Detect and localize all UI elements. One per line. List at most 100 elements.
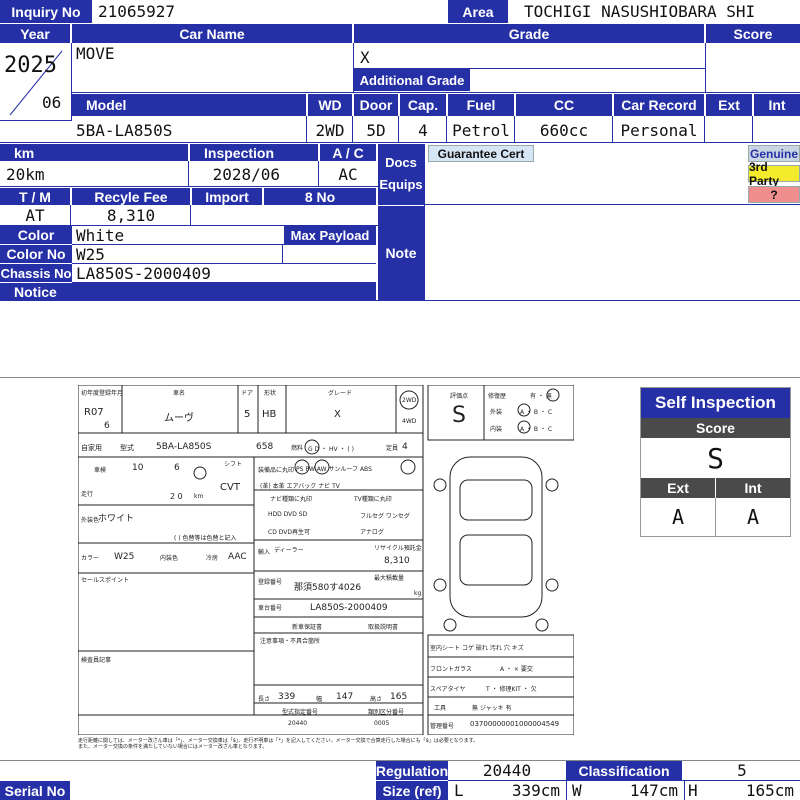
sheet-load-label: 最大積載量 [374,575,405,582]
sheet-tv-opts2: アナログ [360,529,384,536]
size-l-label: L [454,781,464,800]
size-l-value: 339cm [511,781,560,800]
sheet-ext-label: 外装 [490,409,503,416]
sheet-chassis-label: 車台番号 [258,605,283,612]
sheet-reg-no: 那須580す4026 [294,583,362,593]
wd-label: WD [308,94,352,116]
self-inspection-title: Self Inspection [641,388,790,418]
cc-label: CC [516,94,612,116]
import-label: Import [192,188,262,205]
car-record-label: Car Record [614,94,704,116]
sheet-color-note: ( ) 色替等は色替と記入 [174,535,237,542]
sheet-int-color-label: 内装色 [160,555,179,562]
recycle-fee-value: 8,310 [106,205,156,225]
score-label: Score [706,24,800,43]
sheet-width-label: 幅 [316,696,323,703]
sheet-first-reg-month: 6 [104,421,110,431]
sheet-km-label: 走行 [81,491,94,498]
sheet-equip-label: 装備品に丸印 [258,467,295,474]
serial-no-label: Serial No [0,781,70,800]
sheet-cc: 658 [256,442,274,452]
sheet-km-unit: km [194,493,204,500]
sheet-ac: AAC [228,552,247,562]
sheet-door: 5 [244,409,251,420]
km-label: km [0,144,188,161]
size-h-value: 165cm [745,781,794,800]
sheet-spare-label: スペアタイヤ [430,686,466,693]
sheet-dealer-label: ディーラー [274,547,304,554]
guarantee-cert-badge: Guarantee Cert [428,145,534,162]
self-inspection-ext-label: Ext [641,478,715,498]
sheet-repair-label: 修復歴 [488,393,507,400]
sheet-width: 147 [336,692,354,702]
door-value: 5D [366,120,386,140]
recycle-fee-label: Recyle Fee [72,188,190,205]
color-value: White [76,226,125,244]
grade-label: Grade [354,24,704,43]
inspection-value: 2028/06 [212,164,280,184]
inquiry-no-value: 21065927 [98,2,176,21]
sheet-tool-opts: 無 ジャッキ 有 [472,705,512,712]
color-label: Color [0,226,72,244]
sheet-fuel-label: 燃料 [291,445,304,452]
wd-value: 2WD [315,120,345,140]
color-no-value: W25 [76,245,105,263]
sheet-selling-label: セールスポイント [81,577,130,584]
tm-value: AT [25,205,45,225]
additional-grade-label: Additional Grade [354,69,470,91]
sheet-new-warranty: 新車保証書 [292,624,323,631]
self-inspection-ext: A [641,498,715,536]
inspection-sheet: 初年度登録年月 R07 6 車名 ムーヴ ドア 5 形状 HB グレード X 2… [78,385,574,744]
cap-label: Cap. [400,94,446,116]
sheet-color-no: W25 [114,552,135,562]
sheet-km-value: 2 0 [170,492,183,501]
sheet-tv-opts: フルセグ ワンセグ [360,513,410,520]
docs-equips-label: Docs Equips [378,144,424,204]
month-value: 06 [42,93,62,112]
sheet-grade: X [334,409,341,420]
sheet-car-name-label: 車名 [173,390,186,397]
car-record-value: Personal [620,120,698,140]
sheet-fuel-opts: G D ・ HV ・ ( ) [308,446,355,453]
sheet-navi-label: ナビ種類に丸印 [270,496,313,503]
sheet-repair-opts: 有 ・ 無 [530,393,552,400]
sheet-int-label: 内装 [490,426,503,433]
8-no-label: 8 No [264,188,376,205]
sheet-length-label: 長さ [258,696,271,703]
car-name-value: MOVE [76,44,115,63]
cc-value: 660cc [539,120,589,140]
sheet-score-label: 評価点 [450,393,469,400]
sheet-ext-opts: A ・ B ・ C [520,409,553,416]
self-inspection-score: S [641,438,790,478]
sheet-drive-top: 2WD [402,397,417,404]
sheet-recycle: 8,310 [384,556,410,566]
sheet-inspection-month: 6 [174,463,180,473]
sheet-length: 339 [278,692,296,702]
cap-value: 4 [418,120,428,140]
sheet-footnote-2: また、メーター交換の条件を満たしていない場合にはメーター改ざん車となります。 [78,744,268,750]
year-value: 2025 [4,53,57,78]
sheet-height: 165 [390,692,408,702]
sheet-shift-label: シフト [224,461,243,468]
sheet-inspection-year: 10 [132,463,144,473]
sheet-model: 5BA-LA850S [156,442,212,452]
sheet-tv-label: TV種類に丸印 [354,496,392,503]
sheet-color: ホワイト [98,514,135,524]
sheet-equip-opts2: (革) 本革 エアバック ナビ TV [260,483,340,490]
tm-label: T / M [0,188,70,205]
sheet-glass-opts: A ・ × 要交 [500,666,533,673]
ac-value: AC [338,164,358,184]
sheet-shape: HB [262,409,277,420]
size-ref-label: Size (ref) [376,781,448,800]
sheet-interior-label: 室内シート [430,645,461,652]
ext-label: Ext [706,94,752,116]
classification-label: Classification [566,761,682,780]
regulation-value: 20440 [482,761,532,780]
fuel-label: Fuel [448,94,514,116]
sheet-car-name: ムーヴ [164,413,194,424]
sheet-navi-opts: HDD DVD SD [268,511,308,518]
sheet-type-no: 20440 [288,720,308,727]
sheet-score: S [452,403,466,428]
sheet-mgmt: 03700000001000004549 [470,720,560,728]
grade-value: X [360,47,370,67]
